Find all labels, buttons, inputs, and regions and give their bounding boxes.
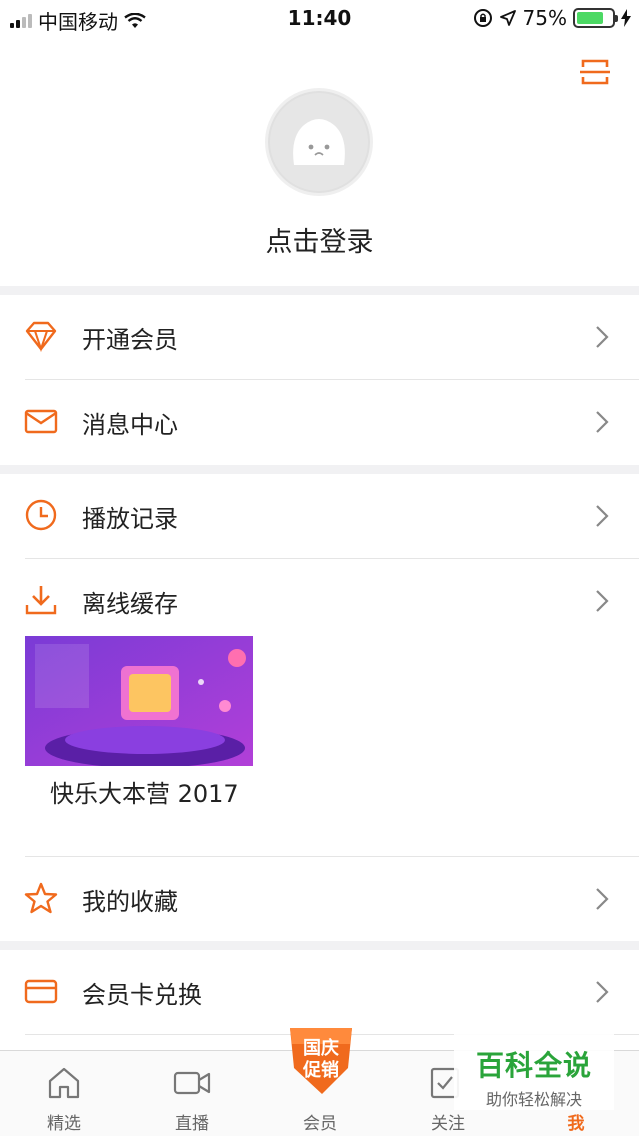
menu-item-label: 离线缓存 xyxy=(82,589,178,618)
watermark-subtitle: 助你轻松解决 xyxy=(485,1090,582,1109)
download-icon xyxy=(25,586,57,615)
orientation-lock-icon xyxy=(473,9,492,27)
video-camera-icon xyxy=(173,1071,211,1095)
promo-badge-icon[interactable]: 国庆 促销 xyxy=(282,1022,358,1098)
section-divider xyxy=(0,941,639,950)
watermark-title: 百科全说 xyxy=(475,1049,592,1082)
card-icon xyxy=(24,979,58,1004)
section-divider xyxy=(0,286,639,295)
menu-item-label: 我的收藏 xyxy=(82,887,178,916)
scan-button[interactable] xyxy=(579,56,611,88)
battery-icon xyxy=(573,8,618,28)
menu-item-offline-cache[interactable]: 离线缓存 xyxy=(0,559,639,643)
menu-item-label: 播放记录 xyxy=(82,504,178,533)
tab-label: 直播 xyxy=(175,1114,209,1134)
battery-percent: 75% xyxy=(522,6,567,30)
chevron-right-icon xyxy=(596,590,609,612)
offline-video-title[interactable]: 快乐大本营 2017 xyxy=(50,774,239,809)
chevron-right-icon xyxy=(596,326,609,348)
svg-text:促销: 促销 xyxy=(302,1059,339,1081)
tab-label: 精选 xyxy=(47,1114,81,1134)
svg-text:国庆: 国庆 xyxy=(303,1037,339,1059)
default-avatar-face-icon xyxy=(293,119,345,165)
diamond-icon xyxy=(25,321,57,353)
menu-item-messages[interactable]: 消息中心 xyxy=(0,380,639,464)
video-thumbnail-image xyxy=(25,636,253,766)
location-icon xyxy=(499,10,516,26)
menu-item-favorites[interactable]: 我的收藏 xyxy=(0,857,639,941)
status-bar: 中国移动 11:40 75% xyxy=(0,0,639,36)
avatar[interactable] xyxy=(265,88,373,196)
login-prompt[interactable]: 点击登录 xyxy=(0,220,639,259)
star-icon xyxy=(24,882,58,914)
status-right: 75% xyxy=(473,6,631,30)
tab-label: 关注 xyxy=(431,1114,465,1134)
clock-icon xyxy=(25,499,57,531)
menu-item-label: 开通会员 xyxy=(82,325,178,354)
menu-item-label: 消息中心 xyxy=(82,410,178,439)
charging-bolt-icon xyxy=(621,9,631,27)
offline-video-thumbnail[interactable] xyxy=(25,636,253,766)
section-divider xyxy=(0,465,639,474)
home-icon xyxy=(48,1067,80,1099)
tab-featured[interactable]: 精选 xyxy=(0,1051,128,1136)
menu-item-label: 会员卡兑换 xyxy=(82,980,202,1009)
chevron-right-icon xyxy=(596,505,609,527)
menu-item-history[interactable]: 播放记录 xyxy=(0,474,639,558)
tab-live[interactable]: 直播 xyxy=(128,1051,256,1136)
tab-label: 我 xyxy=(567,1114,585,1134)
scan-icon xyxy=(580,59,610,85)
menu-item-vip[interactable]: 开通会员 xyxy=(0,295,639,379)
watermark: 百科全说 助你轻松解决 xyxy=(454,1026,614,1110)
mail-icon xyxy=(24,409,58,434)
chevron-right-icon xyxy=(596,888,609,910)
chevron-right-icon xyxy=(596,411,609,433)
chevron-right-icon xyxy=(596,981,609,1003)
tab-label: 会员 xyxy=(303,1114,337,1134)
